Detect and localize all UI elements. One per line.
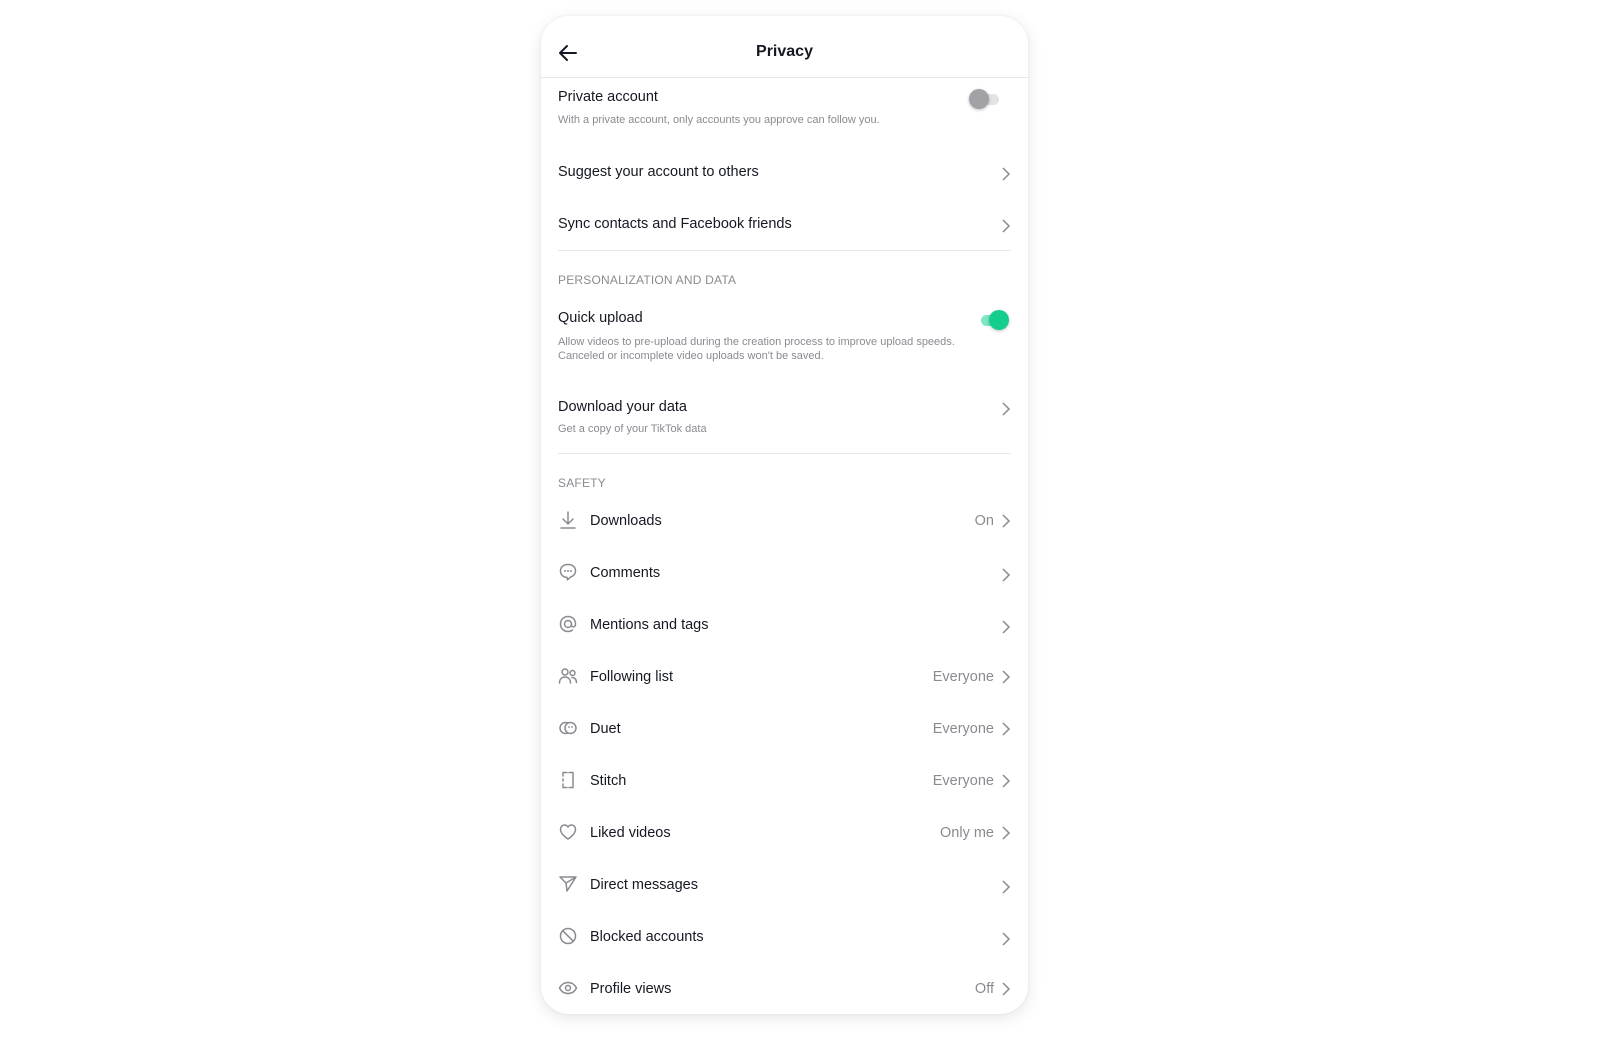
safety-item-mentions-and-tags[interactable]: Mentions and tags	[558, 615, 1011, 634]
download-icon	[560, 511, 576, 529]
page-title: Privacy	[756, 43, 813, 60]
chevron-right-icon	[1002, 932, 1011, 946]
quick-upload-description-line-2: Canceled or incomplete video uploads won…	[558, 350, 824, 362]
safety-item-label: Downloads	[590, 513, 662, 529]
private-account-description: With a private account, only accounts yo…	[558, 114, 880, 126]
section-divider	[558, 250, 1011, 251]
chevron-right-icon	[1002, 514, 1011, 528]
chevron-right-icon	[1002, 982, 1011, 996]
safety-item-label: Comments	[590, 565, 661, 581]
stitch-icon	[562, 771, 574, 789]
header: Privacy	[541, 16, 1028, 78]
safety-item-value: Only me	[940, 825, 994, 841]
download-data-row[interactable]: Download your data Get a copy of your Ti…	[558, 399, 1011, 436]
suggest-account-row[interactable]: Suggest your account to others	[558, 164, 1011, 181]
safety-item-downloads[interactable]: Downloads On	[558, 511, 1011, 529]
chevron-right-icon	[1002, 219, 1011, 233]
private-account-toggle[interactable]	[967, 88, 1003, 110]
chevron-right-icon	[1002, 167, 1011, 181]
safety-item-value: Off	[974, 981, 994, 997]
safety-item-comments[interactable]: Comments	[558, 563, 1011, 582]
chevron-right-icon	[1002, 670, 1011, 684]
quick-upload-row: Quick upload Allow videos to pre-upload …	[558, 310, 1011, 363]
safety-item-duet[interactable]: Duet Everyone	[558, 721, 1011, 737]
private-account-row: Private account With a private account, …	[558, 89, 1011, 127]
chevron-right-icon	[1002, 826, 1011, 840]
personalization-section-title: PERSONALIZATION AND DATA	[558, 273, 737, 287]
safety-item-value: On	[974, 513, 994, 529]
quick-upload-description-line-1: Allow videos to pre-upload during the cr…	[558, 336, 955, 348]
quick-upload-description: Allow videos to pre-upload during the cr…	[558, 335, 1011, 363]
safety-item-blocked-accounts[interactable]: Blocked accounts	[558, 927, 1011, 946]
safety-item-stitch[interactable]: Stitch Everyone	[558, 771, 1011, 789]
safety-item-following-list[interactable]: Following list Everyone	[558, 668, 1011, 685]
block-icon	[559, 927, 577, 945]
toggle-knob	[969, 89, 989, 109]
safety-section-title: SAFETY	[558, 476, 606, 490]
download-data-label: Download your data	[558, 399, 687, 415]
safety-item-label: Direct messages	[590, 877, 698, 893]
at-sign-icon	[559, 615, 577, 633]
safety-item-label: Mentions and tags	[590, 617, 709, 633]
safety-item-value: Everyone	[932, 721, 994, 737]
chevron-right-icon	[1002, 722, 1011, 736]
send-icon	[559, 876, 577, 892]
people-icon	[558, 668, 578, 684]
privacy-settings-panel: Privacy Private account With a private a…	[541, 16, 1028, 1014]
safety-item-profile-views[interactable]: Profile views Off	[558, 981, 1011, 997]
chevron-right-icon	[1002, 774, 1011, 788]
chevron-right-icon	[1002, 880, 1011, 894]
eye-icon	[558, 981, 578, 995]
sync-contacts-label: Sync contacts and Facebook friends	[558, 216, 792, 232]
duet-icon	[559, 721, 577, 735]
safety-item-label: Blocked accounts	[590, 929, 704, 945]
safety-item-liked-videos[interactable]: Liked videos Only me	[558, 824, 1011, 841]
chevron-right-icon	[1002, 620, 1011, 634]
chevron-right-icon	[1002, 402, 1011, 416]
safety-item-value: Everyone	[932, 773, 994, 789]
private-account-label: Private account	[558, 89, 658, 105]
quick-upload-label: Quick upload	[558, 310, 643, 326]
comment-icon	[559, 563, 577, 581]
safety-item-value: Everyone	[932, 669, 994, 685]
sync-contacts-row[interactable]: Sync contacts and Facebook friends	[558, 216, 1011, 233]
toggle-knob	[989, 310, 1009, 330]
download-data-description: Get a copy of your TikTok data	[558, 423, 707, 435]
safety-item-direct-messages[interactable]: Direct messages	[558, 876, 1011, 894]
heart-icon	[559, 824, 577, 840]
chevron-right-icon	[1002, 568, 1011, 582]
safety-item-label: Profile views	[590, 981, 672, 997]
suggest-account-label: Suggest your account to others	[558, 164, 759, 180]
quick-upload-toggle[interactable]	[975, 309, 1011, 331]
section-divider	[558, 453, 1011, 454]
